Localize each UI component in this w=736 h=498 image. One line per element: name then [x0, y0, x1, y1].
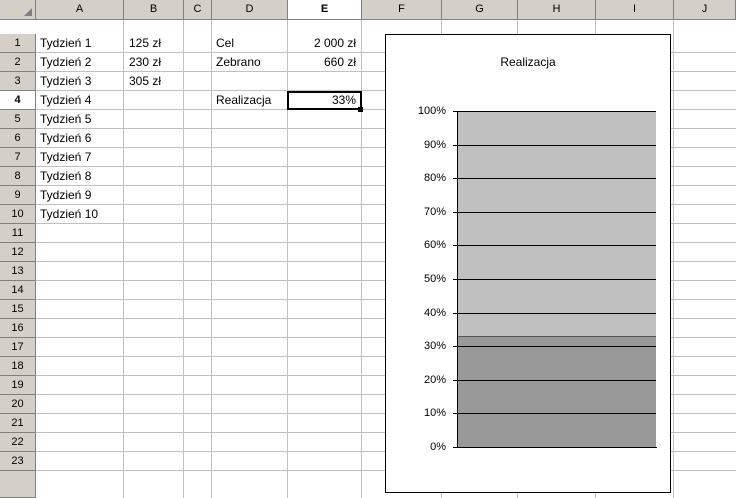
cell-a7[interactable]: Tydzień 7	[40, 148, 91, 167]
cell-d1[interactable]: Cel	[216, 34, 234, 53]
chart-gridline	[458, 178, 656, 180]
chart-gridline	[458, 379, 656, 381]
gridline-col-d	[211, 20, 212, 498]
row-header-13[interactable]: 13	[0, 262, 36, 281]
column-header-g[interactable]: G	[442, 0, 518, 20]
x-axis	[457, 447, 657, 448]
chart-title: Realizacja	[500, 55, 556, 69]
chart-object[interactable]: Realizacja 0% 10% 20% 30% 40% 50% 60% 70% 80% 90%…	[385, 34, 671, 493]
row-header-14[interactable]: 14	[0, 281, 36, 300]
gridline-col-j	[673, 20, 674, 498]
y-tick-label: 80%	[423, 172, 446, 185]
cell-e2[interactable]: 660 zł	[288, 53, 356, 72]
row-header-16[interactable]: 16	[0, 319, 36, 338]
row-header-18[interactable]: 18	[0, 357, 36, 376]
chart-gridline	[458, 245, 656, 247]
row-header-19[interactable]: 19	[0, 376, 36, 395]
cell-e1[interactable]: 2 000 zł	[288, 34, 356, 53]
y-tick-label: 40%	[423, 306, 446, 319]
y-tick-label: 90%	[423, 138, 446, 151]
chart-gridline	[458, 312, 656, 314]
cell-b3[interactable]: 305 zł	[129, 72, 161, 91]
column-header-i[interactable]: I	[596, 0, 674, 20]
cell-a4[interactable]: Tydzień 4	[40, 91, 91, 110]
y-tick-label: 30%	[423, 340, 446, 353]
column-header-a[interactable]: A	[36, 0, 124, 20]
row-header-9[interactable]: 9	[0, 186, 36, 205]
row-header-11[interactable]: 11	[0, 224, 36, 243]
column-header-b[interactable]: B	[124, 0, 184, 20]
cell-a6[interactable]: Tydzień 6	[40, 129, 91, 148]
cell-a8[interactable]: Tydzień 8	[40, 167, 91, 186]
row-header-12[interactable]: 12	[0, 243, 36, 262]
row-header-24[interactable]	[0, 471, 36, 498]
row-header-1[interactable]: 1	[0, 34, 36, 53]
row-header-20[interactable]: 20	[0, 395, 36, 414]
cell-d4[interactable]: Realizacja	[216, 91, 271, 110]
spreadsheet: A B C D E F G H I J 1 2 3 4 5 6 7 8 9 10…	[0, 0, 736, 498]
plot-area	[458, 111, 656, 447]
select-all-corner[interactable]	[0, 0, 36, 20]
cell-e4[interactable]: 33%	[288, 91, 356, 110]
gridline-col-b	[123, 20, 124, 498]
y-tick-label: 70%	[423, 205, 446, 218]
row-header-8[interactable]: 8	[0, 167, 36, 186]
row-header-15[interactable]: 15	[0, 300, 36, 319]
y-tick-label: 20%	[423, 373, 446, 386]
gridline-col-c	[183, 20, 184, 498]
cell-a10[interactable]: Tydzień 10	[40, 205, 98, 224]
row-header-3[interactable]: 3	[0, 72, 36, 91]
select-all-icon	[24, 8, 32, 16]
row-header-4[interactable]: 4	[0, 91, 36, 110]
cell-a2[interactable]: Tydzień 2	[40, 53, 91, 72]
chart-gridline	[458, 413, 656, 415]
y-tick-label: 50%	[423, 273, 446, 285]
cell-a1[interactable]: Tydzień 1	[40, 34, 91, 53]
row-header-6[interactable]: 6	[0, 129, 36, 148]
fill-handle[interactable]	[358, 107, 363, 112]
column-header-j[interactable]: J	[674, 0, 736, 20]
row-header-7[interactable]: 7	[0, 148, 36, 167]
cell-a9[interactable]: Tydzień 9	[40, 186, 91, 205]
row-header-17[interactable]: 17	[0, 338, 36, 357]
cell-b1[interactable]: 125 zł	[129, 34, 161, 53]
chart-gridline	[458, 144, 656, 146]
chart-gridline	[458, 279, 656, 280]
column-header-d[interactable]: D	[212, 0, 288, 20]
y-tick-label: 0%	[430, 441, 446, 453]
y-tick-label: 100%	[417, 105, 446, 117]
column-header-c[interactable]: C	[184, 0, 212, 20]
bar-0[interactable]	[458, 336, 656, 447]
column-header-e[interactable]: E	[288, 0, 362, 20]
y-tick-label: 60%	[423, 239, 446, 252]
cell-a3[interactable]: Tydzień 3	[40, 72, 91, 91]
row-header-2[interactable]: 2	[0, 53, 36, 72]
row-header-10[interactable]: 10	[0, 205, 36, 224]
cell-b2[interactable]: 230 zł	[129, 53, 161, 72]
y-axis	[457, 111, 458, 448]
column-header-f[interactable]: F	[362, 0, 442, 20]
column-header-h[interactable]: H	[518, 0, 596, 20]
cell-a5[interactable]: Tydzień 5	[40, 110, 91, 129]
row-header-22[interactable]: 22	[0, 433, 36, 452]
cell-d2[interactable]: Zebrano	[216, 53, 261, 72]
row-header-5[interactable]: 5	[0, 110, 36, 129]
chart-gridline	[458, 346, 656, 348]
chart-gridline	[458, 211, 656, 213]
row-header-21[interactable]: 21	[0, 414, 36, 433]
chart-gridline	[458, 111, 656, 112]
y-tick-label: 10%	[423, 407, 446, 420]
row-header-23[interactable]: 23	[0, 452, 36, 471]
